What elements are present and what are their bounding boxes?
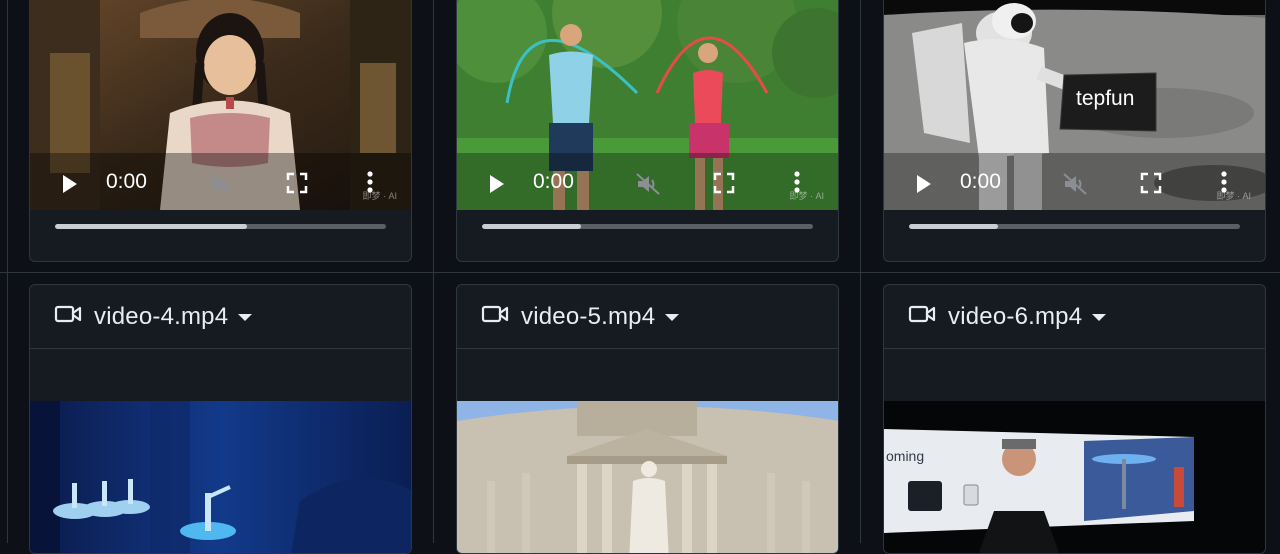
watermark: 即梦 · AI xyxy=(362,191,397,201)
video-player-2[interactable]: 0:00 即梦 · AI xyxy=(457,0,838,210)
caret-down-icon[interactable] xyxy=(1092,314,1107,321)
video-controls: 0:00 xyxy=(457,169,838,201)
progress-bar[interactable] xyxy=(909,224,1240,229)
video-player-3[interactable]: tepfun 0:00 即梦 · AI xyxy=(884,0,1265,210)
file-header[interactable]: video-6.mp4 xyxy=(884,285,1265,349)
current-time: 0:00 xyxy=(960,170,1001,193)
file-header[interactable]: video-4.mp4 xyxy=(30,285,411,349)
play-icon[interactable] xyxy=(60,173,80,200)
video-camera-icon xyxy=(54,304,82,329)
current-time: 0:00 xyxy=(106,170,147,193)
volume-mute-icon[interactable] xyxy=(208,172,234,201)
video-card-1: 0:00 即梦 · AI xyxy=(29,0,412,262)
video-player-6[interactable]: oming xyxy=(884,401,1265,553)
screen-text: oming xyxy=(886,448,924,464)
progress-bar[interactable] xyxy=(55,224,386,229)
grid-divider-vertical xyxy=(433,0,434,543)
video-player-4[interactable] xyxy=(30,401,411,553)
video-card-3: tepfun 0:00 即梦 · AI xyxy=(883,0,1266,262)
grid-divider-vertical xyxy=(7,0,8,543)
fullscreen-icon[interactable] xyxy=(713,172,735,199)
progress-fill xyxy=(55,224,247,229)
file-header[interactable]: video-5.mp4 xyxy=(457,285,838,349)
laptop-screen-text: tepfun xyxy=(1076,87,1134,110)
fullscreen-icon[interactable] xyxy=(286,172,308,199)
fullscreen-icon[interactable] xyxy=(1140,172,1162,199)
video-frame-keynote: oming xyxy=(884,401,1265,553)
video-controls: 0:00 xyxy=(30,169,411,201)
file-name: video-6.mp4 xyxy=(948,302,1083,330)
progress-bar[interactable] xyxy=(482,224,813,229)
progress-fill xyxy=(482,224,582,229)
play-icon[interactable] xyxy=(914,173,934,200)
grid-divider-horizontal xyxy=(0,272,1280,273)
video-card-2: 0:00 即梦 · AI xyxy=(456,0,839,262)
grid-divider-vertical xyxy=(860,0,861,543)
video-frame-ballet xyxy=(30,401,411,553)
watermark: 即梦 · AI xyxy=(789,191,824,201)
watermark: 即梦 · AI xyxy=(1216,191,1251,201)
play-icon[interactable] xyxy=(487,173,507,200)
video-card-6: video-6.mp4 oming xyxy=(883,284,1266,554)
video-card-5: video-5.mp4 xyxy=(456,284,839,554)
video-camera-icon xyxy=(481,304,509,329)
video-camera-icon xyxy=(908,304,936,329)
video-frame-temple xyxy=(457,401,838,553)
video-card-4: video-4.mp4 xyxy=(29,284,412,554)
video-player-5[interactable] xyxy=(457,401,838,553)
caret-down-icon[interactable] xyxy=(238,314,253,321)
current-time: 0:00 xyxy=(533,170,574,193)
file-name: video-4.mp4 xyxy=(94,302,229,330)
video-player-1[interactable]: 0:00 即梦 · AI xyxy=(30,0,411,210)
volume-mute-icon[interactable] xyxy=(1062,172,1088,201)
progress-fill xyxy=(909,224,999,229)
volume-mute-icon[interactable] xyxy=(635,172,661,201)
file-name: video-5.mp4 xyxy=(521,302,656,330)
video-controls: 0:00 xyxy=(884,169,1265,201)
caret-down-icon[interactable] xyxy=(665,314,680,321)
